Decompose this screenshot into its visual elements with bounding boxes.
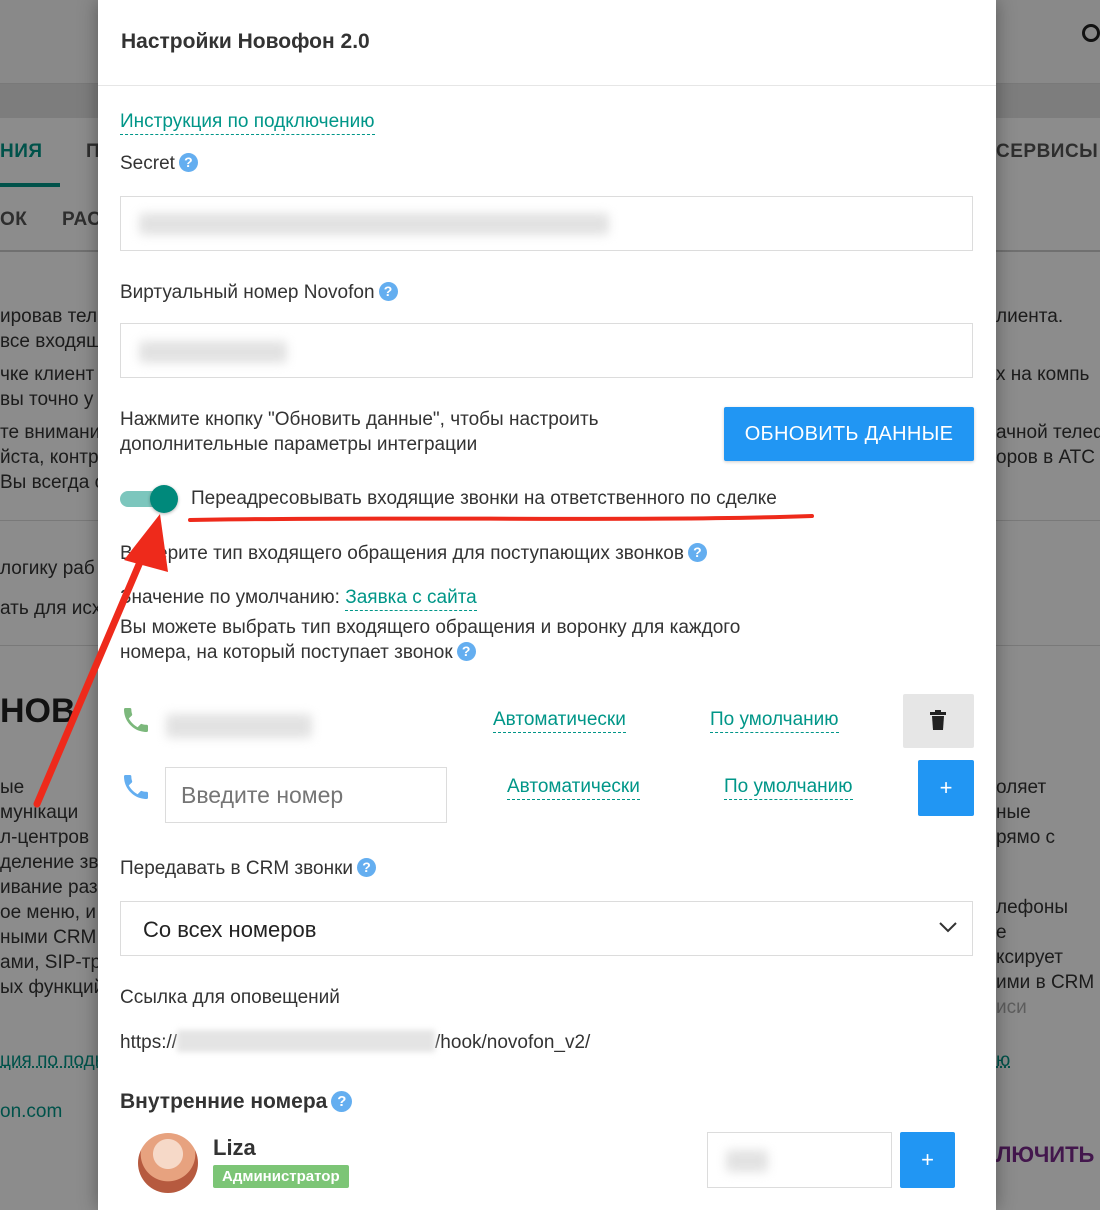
notify-link-label: Ссылка для оповещений: [120, 987, 340, 1008]
delete-number-button[interactable]: [903, 694, 974, 748]
blurred-secret-value: [139, 213, 609, 235]
internal-numbers-title-row: Внутренние номера?: [120, 1090, 353, 1114]
virtual-number-input[interactable]: [120, 323, 973, 378]
modal-header: Настройки Новофон 2.0: [98, 0, 996, 86]
auto-select-text[interactable]: Автоматически: [493, 709, 626, 733]
virtual-number-label-row: Виртуальный номер Novofon?: [120, 282, 398, 304]
internal-numbers-title: Внутренние номера: [120, 1090, 328, 1113]
update-data-button[interactable]: ОБНОВИТЬ ДАННЫЕ: [724, 407, 974, 461]
auto-select-row2[interactable]: Автоматически: [507, 776, 640, 800]
help-icon[interactable]: ?: [456, 642, 476, 661]
update-hint-line1: Нажмите кнопку "Обновить данные", чтобы …: [120, 409, 599, 430]
instruction-link-text[interactable]: Инструкция по подключению: [120, 111, 375, 135]
chevron-down-icon: [939, 922, 957, 933]
incoming-type-label-row: Выберите тип входящего обращения для пос…: [120, 543, 707, 565]
default-value-link[interactable]: Заявка с сайта: [345, 587, 477, 611]
default-funnel-row2[interactable]: По умолчанию: [724, 776, 853, 800]
help-icon[interactable]: ?: [687, 543, 707, 562]
modal-title: Настройки Новофон 2.0: [121, 30, 370, 53]
add-number-button[interactable]: +: [918, 760, 974, 816]
trash-icon: [930, 710, 946, 730]
update-hint-line2: дополнительные параметры интеграции: [120, 434, 478, 455]
auto-select-row1[interactable]: Автоматически: [493, 709, 626, 733]
default-funnel-row1[interactable]: По умолчанию: [710, 709, 839, 733]
help-icon[interactable]: ?: [331, 1091, 353, 1112]
notify-link-row: https:// /hook/novofon_v2/: [120, 1030, 590, 1054]
notify-link-prefix: https://: [120, 1032, 178, 1053]
per-number-hint-line2: номера, на который поступает звонок: [120, 642, 453, 663]
settings-modal: Настройки Новофон 2.0 Инструкция по подк…: [98, 0, 996, 1210]
phone-icon: [124, 775, 148, 799]
default-funnel-text[interactable]: По умолчанию: [710, 709, 839, 733]
secret-label: Secret: [120, 153, 175, 174]
per-number-hint-line1: Вы можете выбрать тип входящего обращени…: [120, 617, 741, 638]
crm-calls-selected-value: Со всех номеров: [143, 917, 317, 942]
crm-calls-select[interactable]: Со всех номеров: [120, 901, 973, 956]
secret-label-row: Secret?: [120, 153, 198, 175]
blurred-internal-number: [726, 1150, 768, 1172]
auto-select-text[interactable]: Автоматически: [507, 776, 640, 800]
redirect-toggle-knob[interactable]: [150, 485, 178, 513]
internal-number-input[interactable]: [707, 1132, 892, 1188]
blurred-phone-number: [166, 714, 312, 738]
avatar: [138, 1133, 198, 1193]
crm-calls-label-row: Передавать в CRM звонки?: [120, 858, 377, 880]
role-badge: Администратор: [213, 1165, 349, 1188]
default-value-row: Значение по умолчанию: Заявка с сайта: [120, 587, 477, 611]
redirect-toggle-label[interactable]: Переадресовывать входящие звонки на отве…: [191, 488, 777, 510]
secret-input[interactable]: [120, 196, 973, 251]
blurred-domain: [177, 1030, 436, 1052]
new-number-input[interactable]: [165, 767, 447, 823]
help-icon[interactable]: ?: [357, 858, 377, 877]
notify-link-suffix: /hook/novofon_v2/: [435, 1032, 591, 1053]
instruction-link[interactable]: Инструкция по подключению: [120, 111, 375, 135]
default-funnel-text[interactable]: По умолчанию: [724, 776, 853, 800]
help-icon[interactable]: ?: [378, 282, 398, 301]
per-number-hint-row: номера, на который поступает звонок?: [120, 642, 476, 664]
crm-calls-label: Передавать в CRM звонки: [120, 858, 354, 879]
default-value-label: Значение по умолчанию:: [120, 587, 340, 608]
user-name: Liza: [213, 1135, 256, 1160]
phone-icon: [124, 708, 148, 732]
help-icon[interactable]: ?: [178, 153, 198, 172]
blurred-number-value: [139, 341, 287, 363]
add-internal-number-button[interactable]: +: [900, 1132, 955, 1188]
virtual-number-label: Виртуальный номер Novofon: [120, 282, 375, 303]
incoming-type-label: Выберите тип входящего обращения для пос…: [120, 543, 684, 564]
